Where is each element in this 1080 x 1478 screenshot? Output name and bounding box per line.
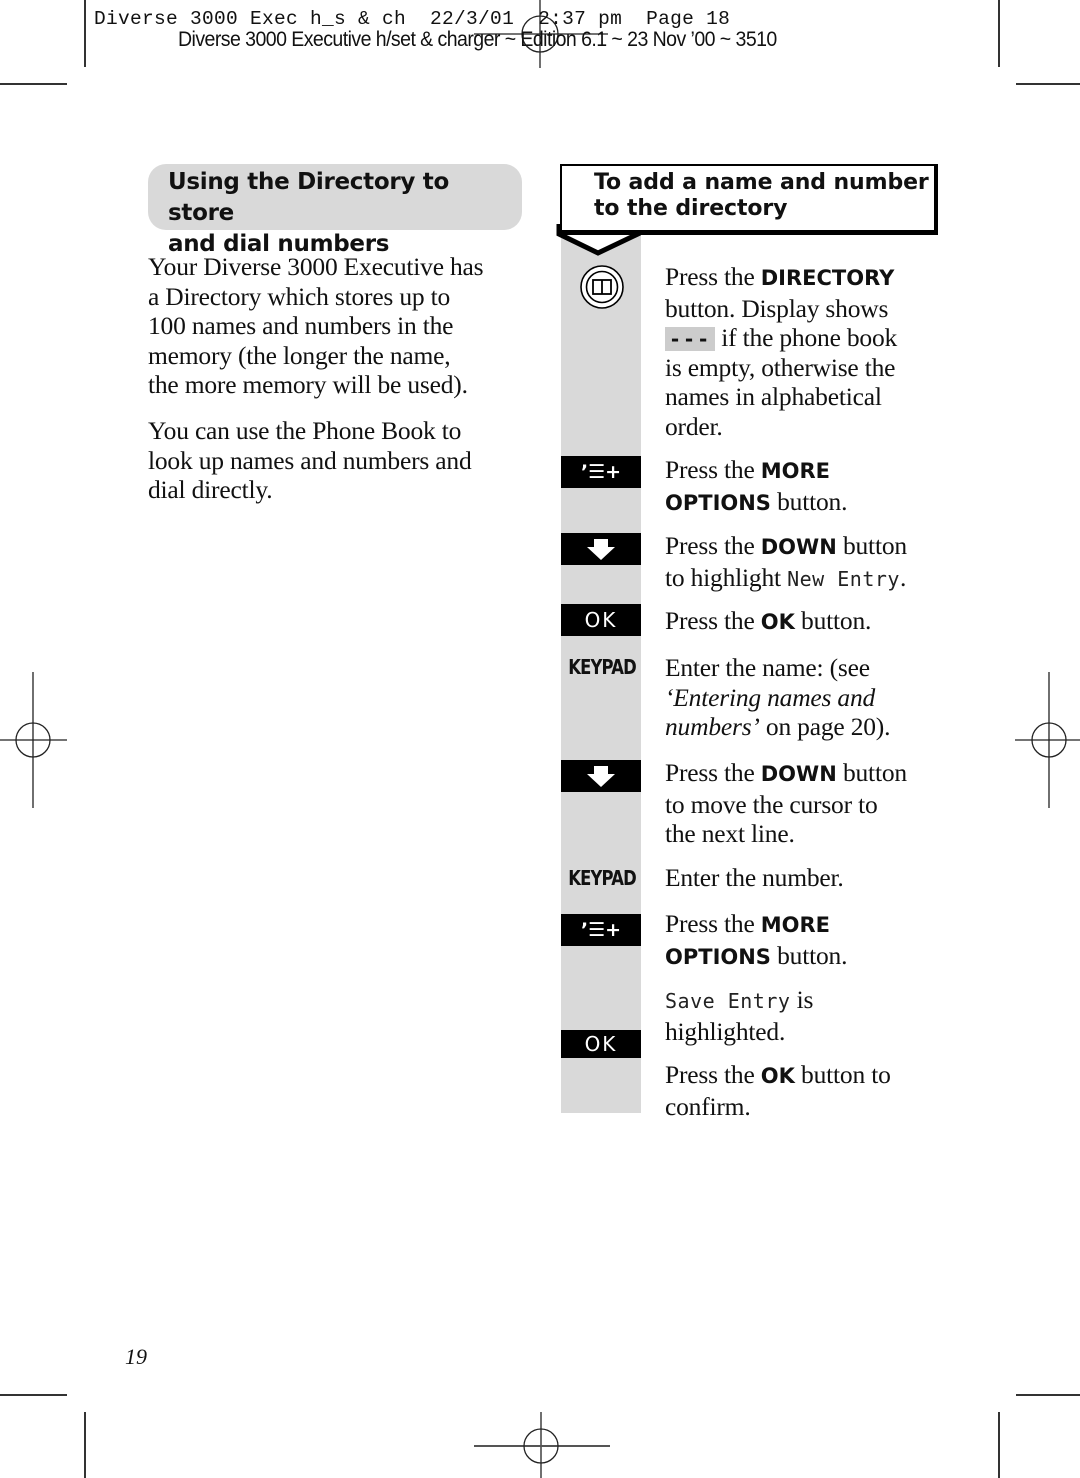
intro-paragraph-1: Your Diverse 3000 Executive has a Direct… [148, 252, 528, 400]
text-line: the more memory will be used). [148, 370, 468, 400]
directory-icon [580, 265, 624, 309]
step-9: Save Entry is highlighted. [665, 985, 814, 1046]
more-options-key: ’☰+ [561, 914, 641, 946]
crop-mark [0, 83, 67, 85]
text-line: memory (the longer the name, [148, 340, 451, 370]
section-heading-line-1: Using the Directory to store [168, 169, 449, 226]
registration-mark-bottom [474, 1412, 610, 1478]
slug-line-2: Diverse 3000 Executive h/set & charger ~… [178, 28, 777, 51]
down-arrow-icon [587, 539, 615, 560]
lcd-text-save-entry: Save Entry [665, 989, 791, 1013]
keypad-key: KEYPAD [568, 866, 637, 890]
intro-paragraph-2: You can use the Phone Book to look up na… [148, 416, 528, 505]
text-line: Your Diverse 3000 Executive has [148, 252, 484, 281]
text-line: 100 names and numbers in the [148, 311, 454, 341]
ok-label: OK [584, 608, 618, 632]
more-options-key: ’☰+ [561, 456, 641, 488]
crop-mark [998, 1412, 1000, 1478]
registration-mark-right [1015, 672, 1080, 808]
step-1: Press the DIRECTORY button. Display show… [665, 262, 898, 441]
ok-label: OK [584, 1032, 618, 1056]
lcd-text-new-entry: New Entry [787, 566, 900, 591]
more-options-icon: ’☰+ [580, 461, 622, 483]
step-5: Enter the name: (see ‘Entering names and… [665, 653, 891, 742]
down-key [561, 760, 641, 792]
button-name: DIRECTORY [760, 266, 895, 290]
text-line: dial directly. [148, 475, 273, 505]
more-options-icon: ’☰+ [580, 919, 622, 941]
down-arrow-icon [587, 766, 615, 787]
slug-line-1: Diverse 3000 Exec h_s & ch 22/3/01 2:37 … [94, 8, 731, 30]
crop-mark [84, 1412, 86, 1478]
down-key [561, 533, 641, 565]
keypad-key: KEYPAD [568, 655, 637, 679]
step-6: Press the DOWN button to move the cursor… [665, 758, 907, 849]
text-line: look up names and numbers and [148, 445, 472, 475]
text-line: a Directory which stores up to [148, 281, 451, 311]
lcd-display-empty: --- [665, 327, 716, 352]
crop-mark [1016, 1394, 1080, 1396]
section-heading: Using the Directory to store and dial nu… [148, 164, 522, 257]
crop-mark [1016, 83, 1080, 85]
page-number: 19 [125, 1344, 147, 1369]
step-7: Enter the number. [665, 863, 844, 892]
step-2: Press the MORE OPTIONS button. [665, 455, 848, 516]
procedure-title-box: To add a name and number to the director… [560, 164, 938, 235]
crop-mark [998, 0, 1000, 67]
procedure-title-line-1: To add a name and number [594, 170, 929, 195]
step-4: Press the OK button. [665, 606, 872, 635]
crop-mark [84, 0, 86, 67]
ok-key: OK [561, 1030, 641, 1058]
step-3: Press the DOWN button to highlight New E… [665, 531, 907, 592]
ok-key: OK [561, 604, 641, 636]
crop-mark [0, 1394, 67, 1396]
step-8: Press the MORE OPTIONS button. [665, 909, 848, 970]
step-10: Press the OK button to confirm. [665, 1060, 891, 1121]
text-line: You can use the Phone Book to [148, 416, 462, 445]
registration-mark-left [0, 672, 67, 808]
procedure-title-line-2: to the directory [594, 196, 788, 221]
